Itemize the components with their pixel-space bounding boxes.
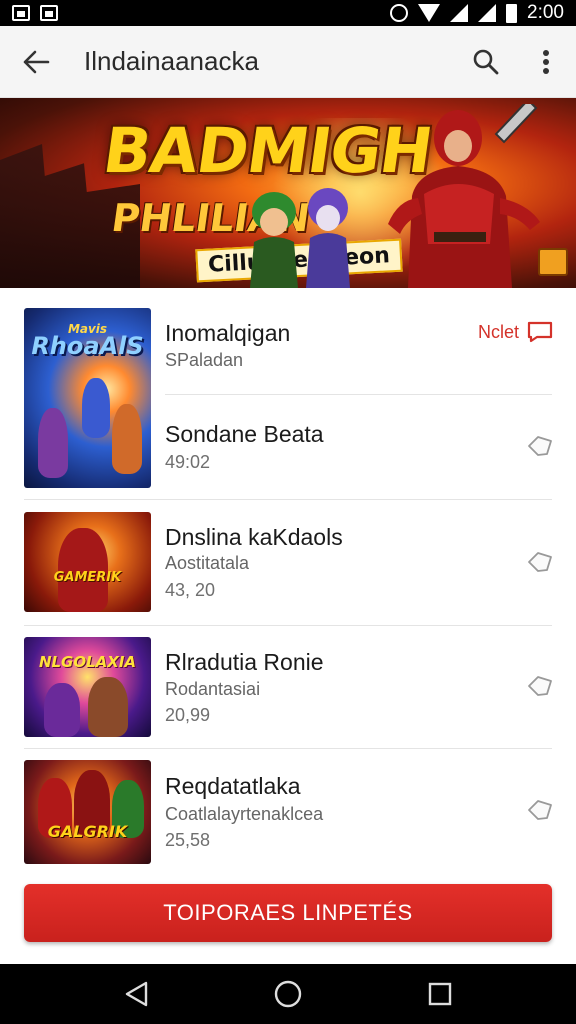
list-item-price: 20,99 xyxy=(165,705,211,725)
primary-action-button[interactable]: TOIPORAES LINPETÉS xyxy=(24,884,552,942)
list-item-subtitle: Coatlalayrtenaklcea xyxy=(165,804,324,824)
thumbnail-title: GALGRIK xyxy=(47,822,128,841)
banner-hero-character xyxy=(388,104,540,288)
new-badge[interactable]: Nclet xyxy=(478,321,553,343)
divider xyxy=(24,499,552,500)
item-thumbnail[interactable]: NLGOLAXIA xyxy=(24,637,151,737)
list-item-title[interactable]: Inomalqigan xyxy=(165,320,290,347)
nav-back-button[interactable] xyxy=(111,969,161,1019)
hero-banner[interactable]: BADMIGH PHLILIAN Cillueneicheon xyxy=(0,98,576,288)
page-title: Ilndainaanacka xyxy=(84,46,259,76)
gallery-icon xyxy=(12,5,30,21)
tag-icon[interactable] xyxy=(526,796,554,824)
thumbnail-caption: Mavis xyxy=(67,322,108,336)
item-thumbnail[interactable]: GAMERIK xyxy=(24,512,151,612)
search-icon xyxy=(473,49,499,74)
list-item-title[interactable]: Sondane Beata xyxy=(165,421,324,448)
back-arrow-icon xyxy=(23,50,50,73)
list-item-title[interactable]: Rlradutia Ronie xyxy=(165,649,324,676)
list-item-price: 43, 20 xyxy=(165,580,216,600)
recents-square-icon xyxy=(428,982,452,1006)
item-thumbnail[interactable]: GALGRIK xyxy=(24,760,151,864)
item-thumbnail[interactable]: RhoaAlS Mavis xyxy=(24,308,151,488)
divider xyxy=(24,625,552,626)
thumbnail-title: NLGOLAXIA xyxy=(38,653,137,671)
back-triangle-icon xyxy=(125,981,148,1007)
photo-icon xyxy=(40,5,58,21)
tag-icon[interactable] xyxy=(526,432,554,460)
thumbnail-title: RhoaAlS xyxy=(31,332,144,360)
thumbnail-figure xyxy=(112,404,142,474)
thumbnail-title: GAMERIK xyxy=(53,570,122,585)
search-button[interactable] xyxy=(456,26,516,98)
thumbnail-figure xyxy=(88,677,128,737)
thumbnail-figure xyxy=(44,683,80,737)
more-options-button[interactable] xyxy=(516,26,576,98)
list-item-subtitle: Rodantasiai xyxy=(165,679,261,699)
status-time: 2:00 xyxy=(527,2,564,23)
bookmark-icon xyxy=(527,321,553,343)
nav-home-button[interactable] xyxy=(263,969,313,1019)
banner-characters xyxy=(250,188,350,288)
system-nav-bar xyxy=(0,964,576,1024)
banner-badge-icon xyxy=(538,248,568,276)
list-item-price: 49:02 xyxy=(165,452,211,472)
tag-icon[interactable] xyxy=(526,672,554,700)
divider xyxy=(165,394,552,395)
back-button[interactable] xyxy=(0,26,72,98)
app-bar: Ilndainaanacka xyxy=(0,26,576,98)
new-badge-label: Nclet xyxy=(478,321,520,342)
wifi-icon xyxy=(418,4,441,22)
list-item-subtitle: SPaladan xyxy=(165,350,244,370)
thumbnail-figure xyxy=(38,408,68,478)
primary-action-label: TOIPORAES LINPETÉS xyxy=(163,900,413,925)
home-circle-icon xyxy=(274,980,302,1008)
alarm-icon xyxy=(390,4,409,22)
signal-icon xyxy=(478,4,497,22)
list-item-title[interactable]: Reqdatatlaka xyxy=(165,773,301,800)
battery-icon xyxy=(506,3,518,23)
nav-recents-button[interactable] xyxy=(415,969,465,1019)
list-item-title[interactable]: Dnslina kaKdaols xyxy=(165,524,343,551)
divider xyxy=(24,748,552,749)
status-bar: 2:00 xyxy=(0,0,576,26)
thumbnail-figure xyxy=(82,378,110,438)
list-item-price: 25,58 xyxy=(165,830,211,850)
more-vert-icon xyxy=(543,49,549,74)
tag-icon[interactable] xyxy=(526,548,554,576)
list-item-subtitle: Aostitatala xyxy=(165,553,250,573)
signal-icon xyxy=(450,4,469,22)
